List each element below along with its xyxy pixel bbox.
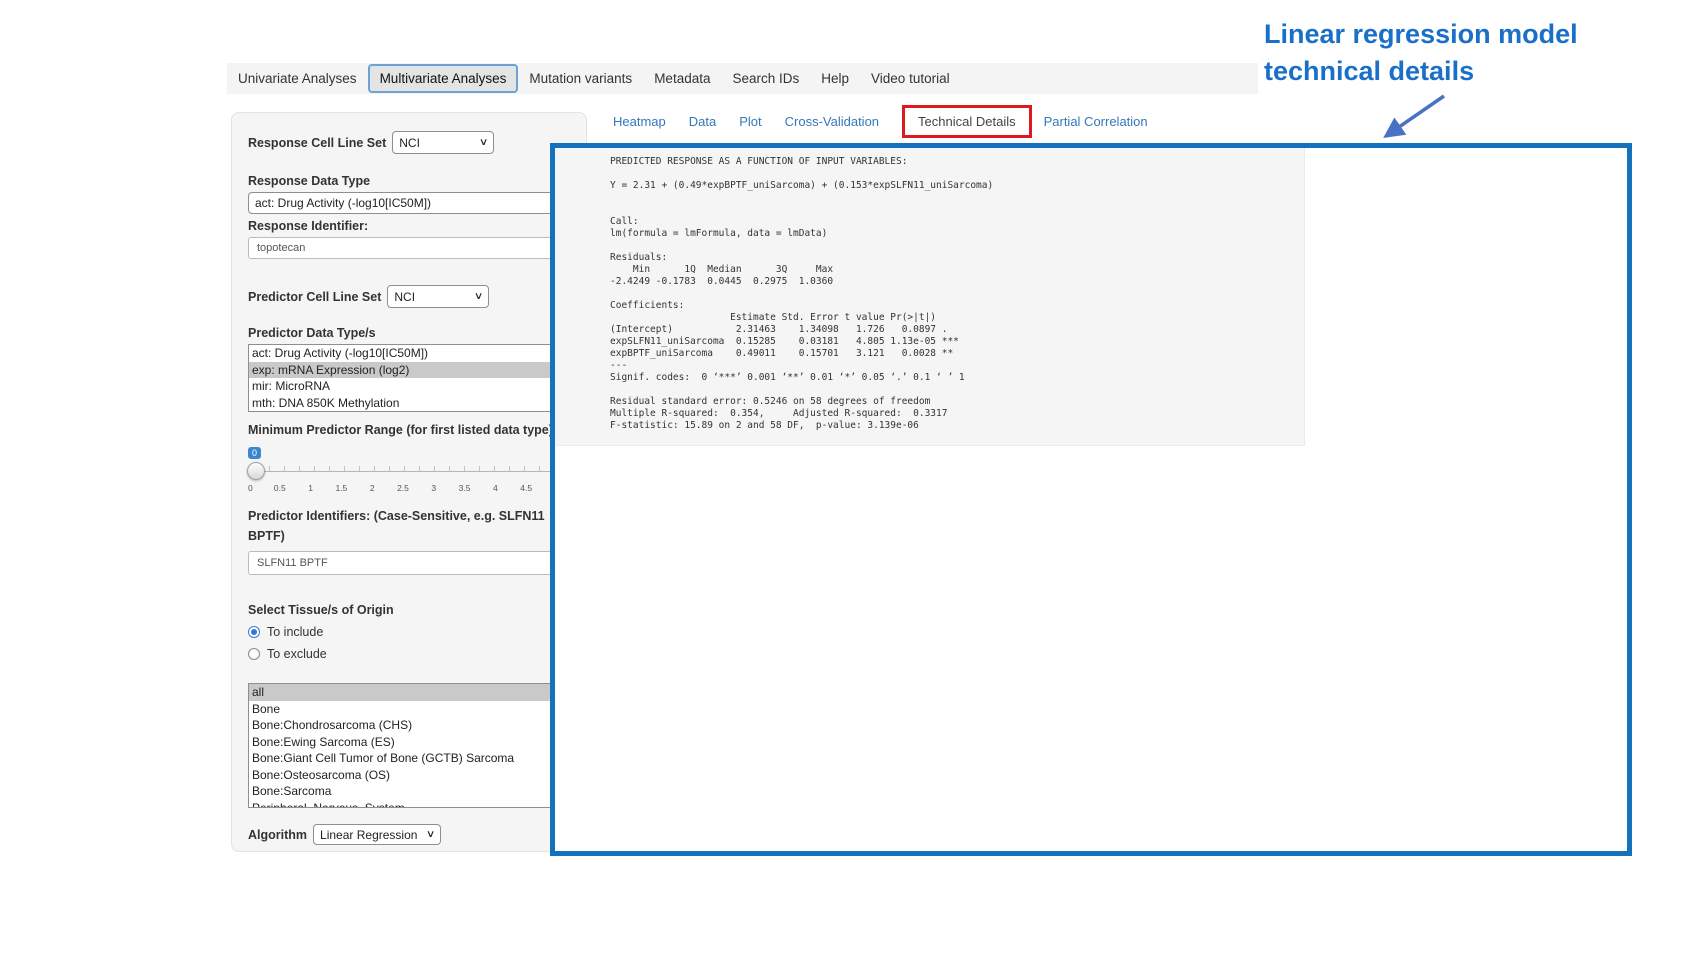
results-tab-bar: Heatmap Data Plot Cross-Validation Techn…: [613, 101, 1171, 141]
slider-track[interactable]: [248, 462, 558, 480]
chevron-down-icon: ∨: [426, 829, 436, 840]
top-nav-bar: Univariate Analyses Multivariate Analyse…: [227, 63, 1317, 94]
algorithm-value: Linear Regression: [320, 828, 417, 842]
nav-metadata[interactable]: Metadata: [643, 71, 721, 86]
tissue-exclude-radio-label: To exclude: [267, 647, 327, 661]
tick-label: 1.5: [330, 483, 352, 493]
list-item[interactable]: Peripheral_Nervous_System: [249, 800, 569, 809]
tick-label: 3.5: [454, 483, 476, 493]
list-item[interactable]: Bone:Sarcoma: [249, 783, 569, 800]
algorithm-label: Algorithm: [248, 828, 307, 842]
tab-technical-details[interactable]: Technical Details: [918, 114, 1016, 129]
predictor-cell-line-set-value: NCI: [394, 290, 415, 304]
tick-label: 0: [248, 483, 260, 493]
technical-details-panel: PREDICTED RESPONSE AS A FUNCTION OF INPU…: [550, 143, 1632, 856]
tick-label: 2: [361, 483, 383, 493]
min-predictor-range-slider: 0 5 0 0.5 1 1.5 2 2.5 3 3.5 4 4.5 5: [248, 445, 558, 493]
tick-label: 0.5: [269, 483, 291, 493]
tick-label: 1: [300, 483, 322, 493]
tab-partial-correlation[interactable]: Partial Correlation: [1044, 114, 1148, 129]
response-data-type-label: Response Data Type: [248, 174, 570, 188]
slider-line: [248, 471, 558, 472]
list-item[interactable]: Bone: [249, 701, 569, 718]
radio-unselected-icon[interactable]: [248, 648, 260, 660]
response-cell-line-set-value: NCI: [399, 136, 420, 150]
response-cell-line-set-row: Response Cell Line Set NCI ∨: [248, 131, 570, 154]
regression-output-console: PREDICTED RESPONSE AS A FUNCTION OF INPU…: [555, 148, 1305, 446]
tab-cross-validation[interactable]: Cross-Validation: [785, 114, 879, 129]
predictor-identifiers-input[interactable]: [248, 551, 570, 575]
algorithm-row: Algorithm Linear Regression ∨: [248, 824, 570, 845]
tissue-exclude-radio-row[interactable]: To exclude: [248, 647, 570, 661]
tissue-origin-label: Select Tissue/s of Origin: [248, 603, 570, 617]
predictor-cell-line-set-row: Predictor Cell Line Set NCI ∨: [248, 285, 570, 308]
response-cell-line-set-label: Response Cell Line Set: [248, 136, 386, 150]
response-identifier-label: Response Identifier:: [248, 219, 570, 233]
technical-details-highlight-box: Technical Details: [902, 105, 1032, 138]
list-item[interactable]: Bone:Chondrosarcoma (CHS): [249, 717, 569, 734]
response-data-type-select[interactable]: act: Drug Activity (-log10[IC50M]) ∨: [248, 192, 570, 214]
slider-ticks: [254, 466, 554, 471]
annotation-line2: technical details: [1264, 53, 1578, 90]
nav-search-ids[interactable]: Search IDs: [721, 71, 810, 86]
response-identifier-input[interactable]: [248, 237, 570, 259]
slider-value-badge: 0: [248, 447, 261, 459]
response-data-type-value: act: Drug Activity (-log10[IC50M]): [255, 196, 431, 210]
predictor-data-types-listbox[interactable]: act: Drug Activity (-log10[IC50M]) exp: …: [248, 344, 570, 412]
predictor-identifiers-label: Predictor Identifiers: (Case-Sensitive, …: [248, 506, 570, 546]
list-item[interactable]: exp: mRNA Expression (log2): [249, 362, 569, 379]
algorithm-select[interactable]: Linear Regression ∨: [313, 824, 441, 845]
list-item[interactable]: all: [249, 684, 569, 701]
tick-label: 2.5: [392, 483, 414, 493]
nav-mutation-variants[interactable]: Mutation variants: [518, 71, 643, 86]
slider-tick-labels: 0 0.5 1 1.5 2 2.5 3 3.5 4 4.5 5: [248, 483, 558, 493]
response-cell-line-set-select[interactable]: NCI ∨: [392, 131, 494, 154]
annotation-line1: Linear regression model: [1264, 16, 1578, 53]
list-item[interactable]: Bone:Giant Cell Tumor of Bone (GCTB) Sar…: [249, 750, 569, 767]
tab-plot[interactable]: Plot: [739, 114, 761, 129]
nav-help[interactable]: Help: [810, 71, 860, 86]
predictor-cell-line-set-select[interactable]: NCI ∨: [387, 285, 489, 308]
annotation-text: Linear regression model technical detail…: [1258, 12, 1588, 96]
chevron-down-icon: ∨: [474, 291, 484, 302]
tissue-origin-listbox[interactable]: all Bone Bone:Chondrosarcoma (CHS) Bone:…: [248, 683, 570, 808]
nav-video-tutorial[interactable]: Video tutorial: [860, 71, 961, 86]
predictor-data-types-label: Predictor Data Type/s: [248, 326, 570, 340]
annotation-arrow-icon: [1368, 86, 1460, 148]
predictor-cell-line-set-label: Predictor Cell Line Set: [248, 290, 381, 304]
tissue-include-radio-label: To include: [267, 625, 323, 639]
list-item[interactable]: mir: MicroRNA: [249, 378, 569, 395]
tissue-include-radio-row[interactable]: To include: [248, 625, 570, 639]
nav-multivariate-analyses[interactable]: Multivariate Analyses: [368, 64, 519, 93]
tab-heatmap[interactable]: Heatmap: [613, 114, 666, 129]
slider-handle[interactable]: [247, 462, 265, 480]
chevron-down-icon: ∨: [479, 137, 489, 148]
tick-label: 4: [484, 483, 506, 493]
tick-label: 4.5: [515, 483, 537, 493]
nav-univariate-analyses[interactable]: Univariate Analyses: [227, 71, 368, 86]
list-item[interactable]: mth: DNA 850K Methylation: [249, 395, 569, 412]
tab-data[interactable]: Data: [689, 114, 716, 129]
min-predictor-range-label: Minimum Predictor Range (for first liste…: [248, 420, 570, 440]
list-item[interactable]: Bone:Osteosarcoma (OS): [249, 767, 569, 784]
tick-label: 3: [423, 483, 445, 493]
analysis-settings-sidebar: Response Cell Line Set NCI ∨ Response Da…: [231, 112, 587, 852]
radio-selected-icon[interactable]: [248, 626, 260, 638]
list-item[interactable]: act: Drug Activity (-log10[IC50M]): [249, 345, 569, 362]
list-item[interactable]: Bone:Ewing Sarcoma (ES): [249, 734, 569, 751]
